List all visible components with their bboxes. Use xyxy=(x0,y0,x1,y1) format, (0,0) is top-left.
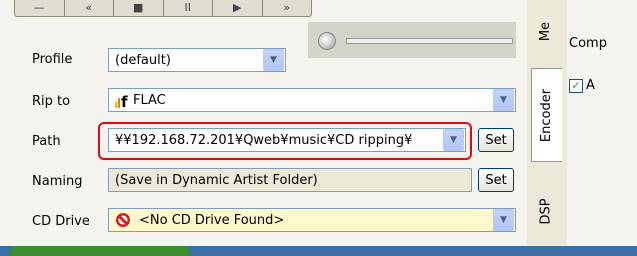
right-text: Comp xyxy=(569,36,607,51)
path-dropdown[interactable]: ¥¥192.168.72.201¥Qweb¥music¥CD ripping¥ … xyxy=(108,128,466,152)
right-panel: Comp ✓ A xyxy=(567,0,637,246)
path-set-button[interactable]: Set xyxy=(478,128,514,152)
rip-to-dropdown[interactable]: f FLAC ▼ xyxy=(108,88,516,112)
toolbar-button-rewind[interactable]: « xyxy=(65,0,114,16)
tab-dsp[interactable]: DSP xyxy=(531,176,561,246)
tab-encoder[interactable]: Encoder xyxy=(531,68,562,162)
toolbar-button-forward[interactable]: » xyxy=(263,0,312,16)
chevron-down-icon[interactable]: ▼ xyxy=(493,209,514,231)
naming-label: Naming xyxy=(32,174,83,189)
profile-value: (default) xyxy=(115,52,171,68)
rip-to-label: Rip to xyxy=(32,94,71,109)
settings-panel: — « ■ II ▶ » Profile (default) ▼ Rip to … xyxy=(0,0,528,246)
right-checkbox-row[interactable]: ✓ A xyxy=(569,78,595,93)
right-checkbox-label: A xyxy=(586,78,595,93)
path-label: Path xyxy=(32,134,61,149)
naming-value: (Save in Dynamic Artist Folder) xyxy=(115,172,318,188)
path-value: ¥¥192.168.72.201¥Qweb¥music¥CD ripping¥ xyxy=(115,132,413,148)
vertical-tabs: Me Encoder DSP xyxy=(527,0,565,246)
chevron-down-icon[interactable]: ▼ xyxy=(443,129,464,151)
profile-dropdown[interactable]: (default) ▼ xyxy=(108,48,286,72)
rip-to-value: FLAC xyxy=(133,92,166,108)
chevron-down-icon[interactable]: ▼ xyxy=(263,49,284,71)
profile-label: Profile xyxy=(32,52,73,67)
toolbar-button-play[interactable]: ▶ xyxy=(213,0,263,16)
naming-field: (Save in Dynamic Artist Folder) xyxy=(108,168,472,192)
cd-drive-value: <No CD Drive Found> xyxy=(139,212,285,228)
volume-knob-icon[interactable] xyxy=(318,32,336,50)
tab-me[interactable]: Me xyxy=(531,0,561,62)
playback-toolbar: — « ■ II ▶ » xyxy=(14,0,312,17)
checkbox-icon[interactable]: ✓ xyxy=(569,78,583,93)
chevron-down-icon[interactable]: ▼ xyxy=(493,89,514,111)
toolbar-button-pause[interactable]: II xyxy=(164,0,213,16)
cd-drive-label: CD Drive xyxy=(32,214,90,229)
naming-set-button[interactable]: Set xyxy=(478,168,514,192)
cd-drive-dropdown[interactable]: <No CD Drive Found> ▼ xyxy=(108,208,516,232)
toolbar-button-stop[interactable]: ■ xyxy=(114,0,164,16)
taskbar xyxy=(0,246,637,256)
svg-text:f: f xyxy=(121,93,128,108)
volume-slider[interactable] xyxy=(346,38,513,44)
flac-icon: f xyxy=(115,92,129,108)
start-button[interactable] xyxy=(10,246,190,256)
toolbar-button-minus[interactable]: — xyxy=(15,0,65,16)
no-entry-icon xyxy=(115,212,131,228)
